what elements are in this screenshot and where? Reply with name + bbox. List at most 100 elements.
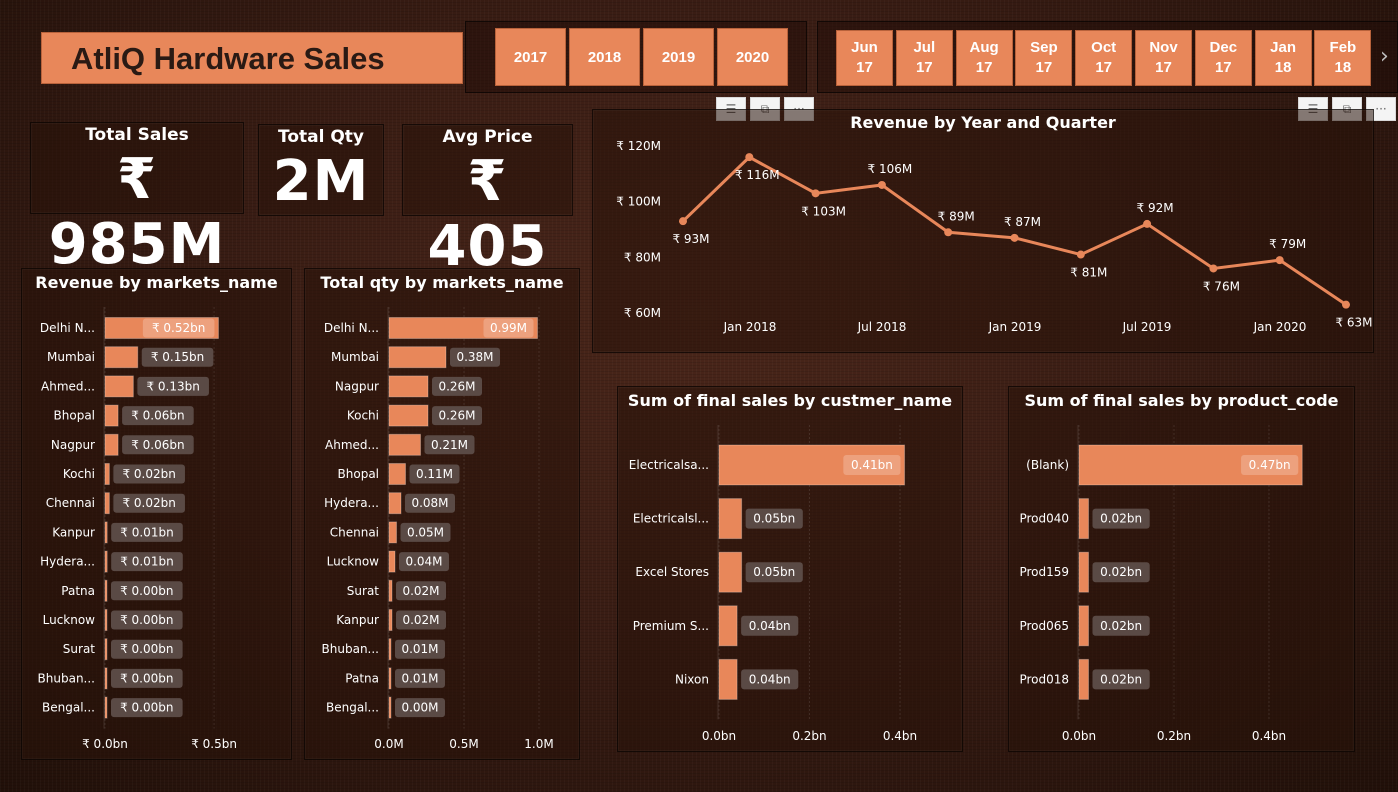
bar[interactable] [104, 492, 110, 515]
bar[interactable] [718, 658, 738, 700]
bar[interactable] [104, 579, 108, 602]
revenue-markets-chart-panel[interactable]: Revenue by markets_name Delhi N... ₹ 0.52… [21, 268, 292, 760]
bar[interactable] [104, 638, 108, 661]
bar[interactable] [104, 521, 108, 544]
sales-customer-bar-chart[interactable]: Electricalsa... 0.41bn Electricalsl... 0.05… [618, 387, 964, 753]
x-tick-label: 0.4bn [883, 729, 917, 743]
bar[interactable] [1078, 658, 1089, 700]
data-label: 0.02M [402, 584, 439, 598]
year-label: 17 [1155, 59, 1172, 76]
bar[interactable] [388, 638, 392, 661]
month-slicer-button[interactable]: Jul 17 [895, 30, 953, 86]
month-slicer-button[interactable]: Aug 17 [955, 30, 1013, 86]
category-label: Mumbai [47, 350, 95, 364]
x-tick-label: Jul 2018 [857, 320, 907, 334]
data-label: ₹ 79M [1269, 237, 1306, 251]
data-point[interactable] [1342, 300, 1350, 309]
bar[interactable] [104, 346, 139, 369]
qty-markets-bar-chart[interactable]: Delhi N... 0.99M Mumbai 0.38M Nagpur 0.26M Koc… [305, 269, 581, 761]
bar[interactable] [388, 404, 429, 427]
month-slicer-button[interactable]: Jan 18 [1254, 30, 1312, 86]
bar[interactable] [104, 375, 134, 398]
bar[interactable] [104, 609, 108, 631]
month-label: Oct [1091, 39, 1117, 56]
category-label: Patna [345, 671, 379, 685]
bar[interactable] [388, 492, 402, 515]
sales-customer-chart-panel[interactable]: Sum of final sales by custmer_name Elect… [617, 386, 963, 752]
data-label: ₹ 93M [672, 232, 709, 246]
data-point[interactable] [1275, 256, 1284, 265]
data-point[interactable] [1076, 250, 1085, 259]
bar[interactable] [388, 696, 392, 719]
data-label: 0.38M [456, 350, 493, 364]
bar[interactable] [388, 375, 429, 398]
revenue-line-chart-panel[interactable]: Revenue by Year and Quarter ₹ 120M ₹ 100M… [592, 109, 1374, 353]
month-slicer-button[interactable]: Nov 17 [1135, 30, 1192, 86]
data-point[interactable] [1143, 219, 1152, 228]
bar[interactable] [1078, 498, 1089, 540]
data-point[interactable] [877, 180, 886, 189]
bar[interactable] [388, 463, 406, 485]
category-label: Lucknow [327, 555, 380, 569]
bar[interactable] [388, 550, 396, 573]
dashboard-title: AtliQ Hardware Sales [41, 32, 463, 84]
revenue-markets-bar-chart[interactable]: Delhi N... ₹ 0.52bn Mumbai ₹ 0.15bn Ahmed...… [22, 269, 293, 761]
month-label: Aug [969, 39, 999, 56]
month-slicer-button[interactable]: Jun 17 [836, 30, 893, 86]
bar[interactable] [388, 609, 393, 631]
bar[interactable] [1078, 551, 1089, 593]
bar[interactable] [718, 551, 743, 593]
bar[interactable] [104, 550, 108, 573]
year-slicer-button[interactable]: 2020 [717, 28, 788, 86]
data-point[interactable] [679, 217, 687, 226]
category-label: Hydera... [40, 555, 95, 569]
bar[interactable] [104, 404, 119, 427]
bar[interactable] [388, 433, 421, 456]
category-label: Bhopal [338, 467, 379, 481]
data-point[interactable] [1010, 233, 1019, 242]
x-tick-label: Jul 2019 [1122, 320, 1172, 334]
sales-product-chart-panel[interactable]: Sum of final sales by product_code (Blan… [1008, 386, 1355, 752]
data-point[interactable] [1209, 264, 1218, 273]
month-slicer-button[interactable]: Dec 17 [1194, 30, 1252, 86]
qty-markets-chart-panel[interactable]: Total qty by markets_name Delhi N... 0.99… [304, 268, 580, 760]
revenue-line-chart[interactable]: ₹ 120M ₹ 100M ₹ 80M ₹ 60M Jan 2018 Jul 2018 Ja… [593, 110, 1375, 354]
category-label: Ahmed... [41, 379, 95, 393]
year-slicer-button[interactable]: 2017 [495, 28, 566, 86]
sales-product-bar-chart[interactable]: (Blank) 0.47bn Prod040 0.02bn Prod159 0.02bn P… [1009, 387, 1356, 753]
bar[interactable] [104, 463, 110, 485]
bar[interactable] [718, 498, 743, 540]
x-tick-label: 0.0M [374, 737, 403, 751]
month-slicer-button[interactable]: Oct 17 [1075, 30, 1133, 86]
data-label: 0.01M [401, 642, 438, 656]
bar[interactable] [104, 433, 119, 456]
data-point[interactable] [944, 228, 953, 237]
bar[interactable] [388, 667, 392, 690]
bar[interactable] [388, 521, 397, 544]
data-label: 0.04bn [749, 672, 791, 686]
category-label: Electricalsl... [633, 512, 709, 526]
category-label: Ahmed... [325, 438, 379, 452]
year-slicer-button[interactable]: 2019 [643, 28, 714, 86]
category-label: Bhuban... [38, 671, 95, 685]
category-label: Bhuban... [322, 642, 379, 656]
data-point[interactable] [745, 153, 754, 162]
month-label: Jun [851, 39, 878, 56]
data-label: 0.21M [431, 438, 468, 452]
data-point[interactable] [811, 189, 820, 198]
category-label: Chennai [46, 496, 95, 510]
bar[interactable] [388, 346, 447, 369]
category-label: Surat [347, 584, 380, 598]
kpi-label: Total Qty [277, 127, 365, 147]
month-slicer-button[interactable]: Feb 18 [1314, 30, 1372, 86]
month-label: Feb [1329, 39, 1357, 56]
month-slicer-button[interactable]: Sep 17 [1015, 30, 1073, 86]
bar[interactable] [718, 605, 738, 647]
data-label: 0.26M [438, 409, 475, 423]
bar[interactable] [388, 579, 393, 602]
bar[interactable] [1078, 605, 1089, 647]
year-slicer-button[interactable]: 2018 [569, 28, 640, 86]
bar[interactable] [104, 696, 108, 719]
chevron-right-icon[interactable]: › [1380, 44, 1389, 69]
bar[interactable] [104, 667, 108, 690]
